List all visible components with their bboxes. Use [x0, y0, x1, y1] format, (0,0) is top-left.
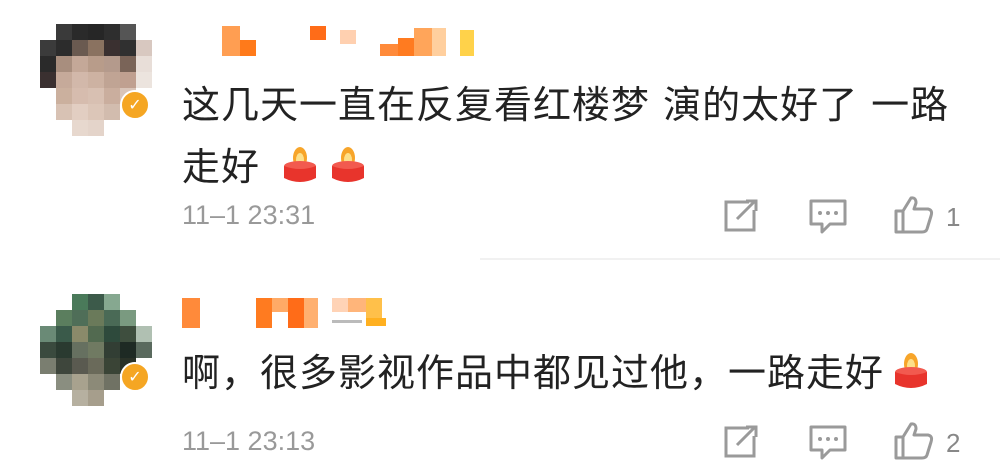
thumbs-up-icon[interactable] — [892, 420, 936, 462]
username-mosaic[interactable] — [182, 294, 422, 328]
avatar[interactable]: ✓ — [40, 294, 152, 406]
username-mosaic[interactable] — [222, 26, 492, 56]
candle-emoji-icon — [895, 353, 928, 388]
verified-badge-icon: ✓ — [120, 362, 150, 392]
comment-text-line: 啊，很多影视作品中都见过他，一路走好 — [182, 351, 885, 395]
share-icon[interactable] — [722, 424, 760, 460]
comment-text: 啊，很多影视作品中都见过他，一路走好 — [182, 342, 982, 404]
comment-text: 这几天一直在反复看红楼梦 演的太好了 一路 走好 — [182, 74, 982, 198]
comment-text-line: 走好 — [182, 145, 261, 189]
share-icon[interactable] — [722, 198, 760, 234]
candle-emoji-icon — [332, 147, 365, 182]
comment-divider — [480, 258, 1000, 260]
comment-item: ✓ 啊，很多影视作品中都见过他，一路走好 11–1 23:13 2 — [0, 262, 1000, 469]
comment-timestamp: 11–1 23:31 — [182, 200, 316, 230]
thumbs-up-icon[interactable] — [892, 194, 936, 236]
comment-item: ✓ 这几天一直在反复看红楼梦 演的太好了 一路 走好 11–1 23:31 1 — [0, 0, 1000, 258]
like-count: 1 — [946, 202, 961, 232]
like-count: 2 — [946, 428, 961, 458]
comment-timestamp: 11–1 23:13 — [182, 426, 316, 456]
comment-text-line: 这几天一直在反复看红楼梦 演的太好了 一路 — [182, 83, 950, 127]
comment-icon[interactable] — [808, 424, 848, 462]
candle-emoji-icon — [284, 147, 317, 182]
avatar[interactable]: ✓ — [40, 24, 152, 136]
comment-icon[interactable] — [808, 198, 848, 236]
verified-badge-icon: ✓ — [120, 90, 150, 120]
